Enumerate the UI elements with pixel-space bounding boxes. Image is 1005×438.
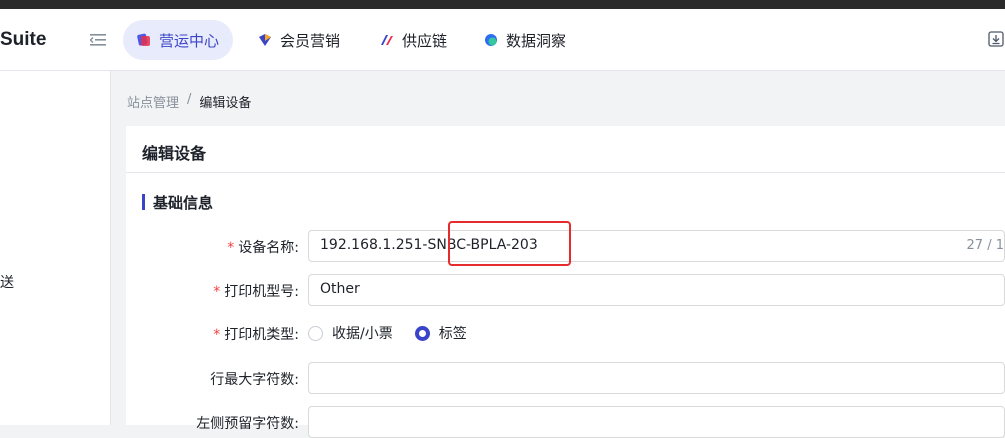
printer-model-row: * 打印机型号: Other — [126, 274, 1005, 306]
collapse-menu-icon[interactable] — [90, 33, 106, 47]
printer-model-value: Other — [320, 281, 360, 297]
nav-label: 会员营销 — [280, 31, 341, 50]
radio-receipt[interactable]: 收据/小票 — [308, 323, 393, 343]
member-marketing-icon — [259, 34, 271, 46]
breadcrumb-parent[interactable]: 站点管理 — [127, 92, 179, 111]
nav-tab-data-insight[interactable]: 数据洞察 — [470, 20, 580, 60]
radio-label: 标签 — [438, 326, 467, 342]
nav-label: 营运中心 — [159, 31, 220, 50]
sidebar-item-label[interactable]: 送 — [0, 272, 14, 292]
radio-circle-checked[interactable] — [414, 325, 430, 341]
data-insight-icon — [485, 34, 497, 46]
radio-label-type[interactable]: 标签 — [414, 323, 467, 343]
supply-chain-icon — [381, 35, 393, 45]
section-title: 基础信息 — [153, 194, 214, 212]
sidebar: 送 — [0, 71, 111, 425]
nav-tab-supply-chain[interactable]: 供应链 — [366, 20, 461, 60]
printer-model-input[interactable]: Other — [308, 274, 1005, 306]
max-chars-row: 行最大字符数: — [126, 362, 1005, 394]
required-mark: * — [213, 327, 221, 343]
radio-label: 收据/小票 — [332, 326, 393, 342]
top-header: Suite 营运中心 会员营销 供应链 数据洞察 — [0, 9, 1005, 71]
required-mark: * — [213, 284, 221, 300]
device-name-input[interactable]: 192.168.1.251-SNBC-BPLA-203 27 / 1 — [308, 230, 1005, 262]
card-title: 编辑设备 — [142, 144, 207, 163]
char-counter: 27 / 1 — [966, 238, 1004, 253]
printer-type-radio-group: 收据/小票 标签 — [308, 323, 467, 343]
edit-device-card: 编辑设备 基础信息 * 设备名称: 192.168.1.251-SNBC-BPLA… — [126, 126, 1005, 438]
left-reserved-row: 左侧预留字符数: — [126, 406, 1005, 438]
breadcrumb-separator: / — [187, 92, 192, 107]
brand-logo: Suite — [0, 29, 47, 50]
left-reserved-label: 左侧预留字符数: — [196, 416, 299, 432]
printer-type-row: * 打印机类型: 收据/小票 标签 — [126, 317, 1005, 349]
nav-label: 供应链 — [402, 31, 448, 50]
annotation-highlight-box — [448, 221, 571, 266]
nav-label: 数据洞察 — [506, 31, 567, 50]
max-chars-label: 行最大字符数: — [210, 372, 299, 388]
printer-type-label: * 打印机类型: — [213, 327, 299, 343]
breadcrumb: 站点管理 / 编辑设备 — [127, 92, 251, 111]
operations-icon — [137, 33, 150, 46]
device-name-label: * 设备名称: — [227, 240, 299, 256]
section-accent-bar — [142, 194, 145, 210]
left-reserved-input[interactable] — [308, 406, 1005, 438]
printer-model-label: * 打印机型号: — [213, 284, 299, 300]
window-top-strip — [0, 0, 1005, 9]
required-mark: * — [227, 240, 235, 256]
max-chars-input[interactable] — [308, 362, 1005, 394]
nav-tab-member-marketing[interactable]: 会员营销 — [244, 20, 354, 60]
card-divider — [126, 172, 1005, 173]
download-icon[interactable] — [988, 31, 1004, 47]
nav-tab-operations[interactable]: 营运中心 — [123, 20, 234, 60]
radio-circle-unchecked[interactable] — [308, 325, 323, 341]
breadcrumb-current: 编辑设备 — [199, 96, 252, 111]
